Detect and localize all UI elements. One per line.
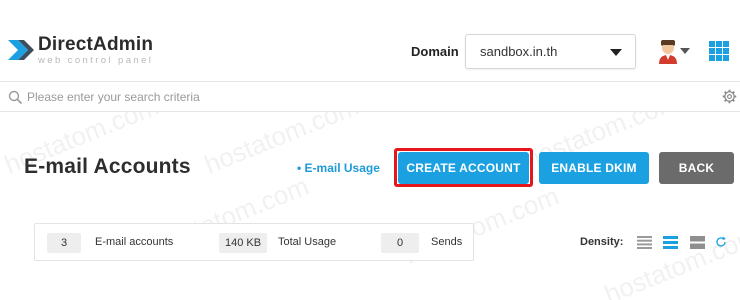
page-title: E-mail Accounts (24, 155, 191, 178)
brand-title: DirectAdmin (38, 34, 154, 55)
density-label: Density: (580, 236, 624, 248)
enable-dkim-button[interactable]: ENABLE DKIM (539, 152, 649, 184)
apps-grid-cell (716, 41, 722, 47)
brand-subtitle: web control panel (38, 55, 154, 66)
sends-label: Sends (431, 236, 463, 248)
brand[interactable]: DirectAdmin web control panel (38, 34, 154, 67)
apps-grid-cell (723, 55, 729, 61)
search-icon (8, 90, 23, 105)
sends-value: 0 (381, 233, 419, 253)
create-account-button[interactable]: CREATE ACCOUNT (398, 152, 529, 184)
apps-grid-icon[interactable] (709, 41, 729, 61)
chevron-down-icon (610, 49, 622, 56)
domain-value: sandbox.in.th (480, 44, 558, 59)
domain-select[interactable]: sandbox.in.th (465, 34, 636, 69)
apps-grid-cell (709, 48, 715, 54)
apps-grid-cell (709, 41, 715, 47)
user-menu-caret-icon[interactable] (680, 48, 690, 54)
density-compact-icon[interactable] (637, 236, 652, 249)
refresh-icon[interactable] (715, 236, 727, 248)
accounts-count: 3 (47, 233, 81, 253)
gear-icon[interactable] (722, 89, 737, 104)
usage-value: 140 KB (219, 233, 267, 253)
search-bar (0, 81, 740, 112)
stats-panel: 3 E-mail accounts 140 KB Total Usage 0 S… (34, 223, 474, 261)
apps-grid-cell (716, 48, 722, 54)
top-header: DirectAdmin web control panel Domain san… (0, 0, 740, 82)
apps-grid-cell (723, 48, 729, 54)
apps-grid-cell (716, 55, 722, 61)
directadmin-logo-icon[interactable] (6, 36, 34, 64)
user-avatar-icon[interactable] (657, 38, 679, 64)
accounts-label: E-mail accounts (95, 236, 174, 248)
density-comfortable-icon[interactable] (690, 236, 705, 249)
apps-grid-cell (723, 41, 729, 47)
density-normal-icon[interactable] (663, 236, 678, 249)
watermark-text: hostatom.com (600, 220, 740, 300)
back-button[interactable]: BACK (659, 152, 734, 184)
email-usage-link[interactable]: • E-mail Usage (297, 161, 380, 175)
apps-grid-cell (709, 55, 715, 61)
domain-label: Domain (411, 44, 459, 59)
usage-label: Total Usage (278, 236, 337, 248)
search-input[interactable] (27, 87, 677, 107)
